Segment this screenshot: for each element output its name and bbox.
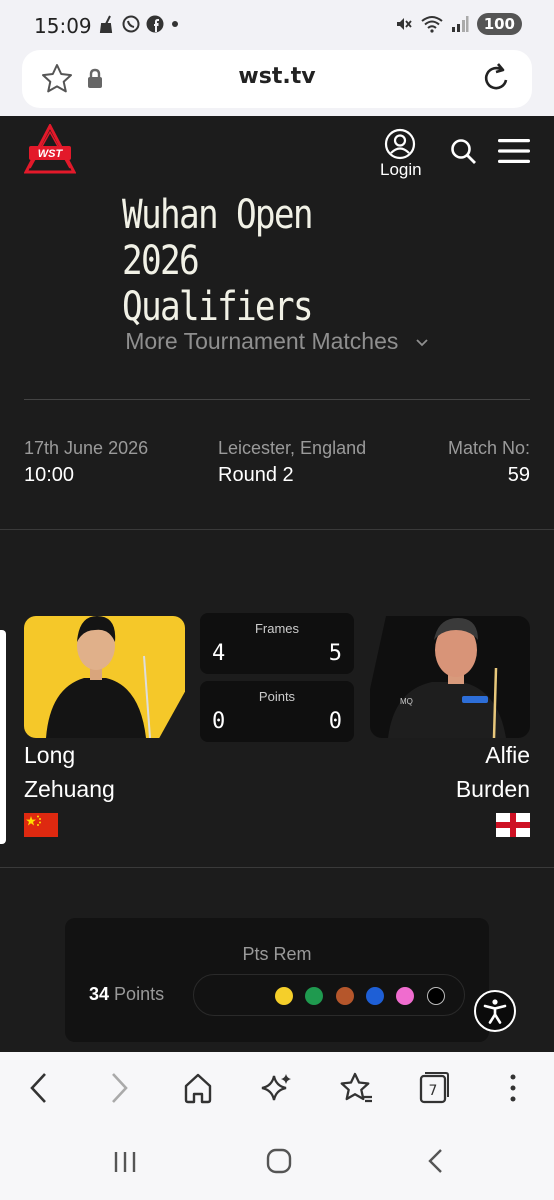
frames-right-score: 5	[328, 641, 342, 666]
player-left-first-name: Long	[24, 742, 76, 768]
china-flag-icon	[24, 813, 58, 837]
points-scorebox: Points 0 0	[200, 681, 354, 742]
address-bar[interactable]: wst.tv	[22, 50, 532, 108]
status-bar: 15:09 100	[0, 0, 554, 48]
dot-icon	[172, 21, 178, 27]
match-date: 17th June 2026	[24, 438, 149, 458]
green-ball	[305, 987, 323, 1005]
home-nav-icon[interactable]	[264, 1146, 294, 1176]
pink-ball	[396, 987, 414, 1005]
player-name-right[interactable]: Alfie Burden	[456, 738, 530, 806]
player-portrait-right: MQ	[388, 618, 506, 738]
mute-icon	[396, 18, 412, 30]
title-line-2: Qualifiers	[122, 284, 314, 330]
signal-icon	[451, 16, 469, 32]
match-round: Round 2	[218, 464, 294, 486]
recent-apps-icon[interactable]	[110, 1146, 140, 1176]
svg-text:7: 7	[429, 1083, 438, 1099]
logo-text: WST	[38, 148, 64, 160]
forward-arrow-icon[interactable]	[106, 1070, 132, 1106]
match-number-label: Match No:	[447, 438, 530, 458]
back-nav-icon[interactable]	[424, 1146, 448, 1176]
system-icons: 100	[395, 13, 522, 35]
user-icon	[384, 128, 416, 160]
tabs-icon[interactable]: 7	[418, 1070, 450, 1106]
login-label: Login	[380, 160, 422, 179]
status-time: 15:09	[34, 14, 92, 38]
black-ball	[427, 987, 445, 1005]
reload-icon[interactable]	[480, 62, 512, 96]
pts-rem-label: Pts Rem	[242, 944, 312, 964]
divider	[0, 867, 554, 868]
notification-icons	[98, 15, 180, 33]
wst-logo[interactable]: WST	[24, 124, 76, 176]
blue-ball	[366, 987, 384, 1005]
divider	[0, 529, 554, 530]
accessibility-button[interactable]	[474, 990, 516, 1032]
player-right-last-name: Burden	[455, 776, 530, 802]
url-text[interactable]: wst.tv	[22, 64, 532, 89]
svg-text:MQ: MQ	[400, 697, 413, 706]
player-portrait-left	[46, 616, 151, 738]
broom-icon	[99, 15, 113, 33]
home-icon[interactable]	[182, 1070, 214, 1106]
bookmarks-star-icon[interactable]	[338, 1070, 374, 1106]
england-flag-icon	[496, 813, 530, 837]
yellow-ball	[275, 987, 293, 1005]
match-time: 10:00	[24, 464, 75, 486]
points-remaining-count: 34 Points	[89, 984, 164, 1005]
more-matches-label: More Tournament Matches	[125, 328, 399, 354]
battery-indicator: 100	[476, 13, 522, 35]
hamburger-menu-icon[interactable]	[498, 138, 530, 164]
balls-remaining-pill	[193, 974, 465, 1016]
frames-scorebox: Frames 4 5	[200, 613, 354, 674]
match-number: 59	[507, 464, 530, 486]
more-tournament-matches-dropdown[interactable]: More Tournament Matches	[0, 328, 554, 355]
chevron-down-icon	[416, 339, 428, 347]
ai-sparkle-icon[interactable]	[260, 1070, 294, 1106]
login-button[interactable]: Login	[380, 128, 422, 180]
player-left-last-name: Zehuang	[24, 776, 115, 802]
side-panel-handle[interactable]	[0, 630, 6, 844]
tournament-title: Wuhan Open 2026 Qualifiers	[122, 192, 406, 330]
search-icon[interactable]	[450, 138, 478, 166]
player-photo-right: MQ	[370, 616, 530, 738]
title-line-1: Wuhan Open 2026	[122, 192, 314, 284]
match-page: WST Login Wuhan Open 2026 Qualifiers Mor…	[0, 116, 554, 1052]
points-unit: Points	[114, 984, 165, 1004]
player-name-left[interactable]: Long Zehuang	[24, 738, 115, 806]
points-remaining-card: Pts Rem 34 Points	[65, 918, 489, 1042]
browser-toolbar: 7	[0, 1052, 554, 1128]
divider	[24, 399, 530, 400]
back-arrow-icon[interactable]	[26, 1070, 52, 1106]
player-right-first-name: Alfie	[485, 742, 530, 768]
points-remaining-value: 34	[89, 984, 110, 1004]
points-left-score: 0	[212, 709, 226, 734]
points-right-score: 0	[328, 709, 342, 734]
facebook-icon	[146, 15, 164, 33]
brown-ball	[336, 987, 354, 1005]
points-label: Points	[258, 689, 296, 704]
more-options-icon[interactable]	[504, 1070, 522, 1106]
player-photo-left	[24, 616, 185, 738]
frames-left-score: 4	[212, 641, 226, 666]
accessibility-icon	[483, 999, 507, 1024]
whatsapp-icon	[122, 15, 140, 33]
system-nav-bar	[0, 1128, 554, 1200]
frames-label: Frames	[254, 621, 300, 636]
match-venue: Leicester, England	[218, 438, 367, 458]
wifi-icon	[421, 16, 443, 33]
